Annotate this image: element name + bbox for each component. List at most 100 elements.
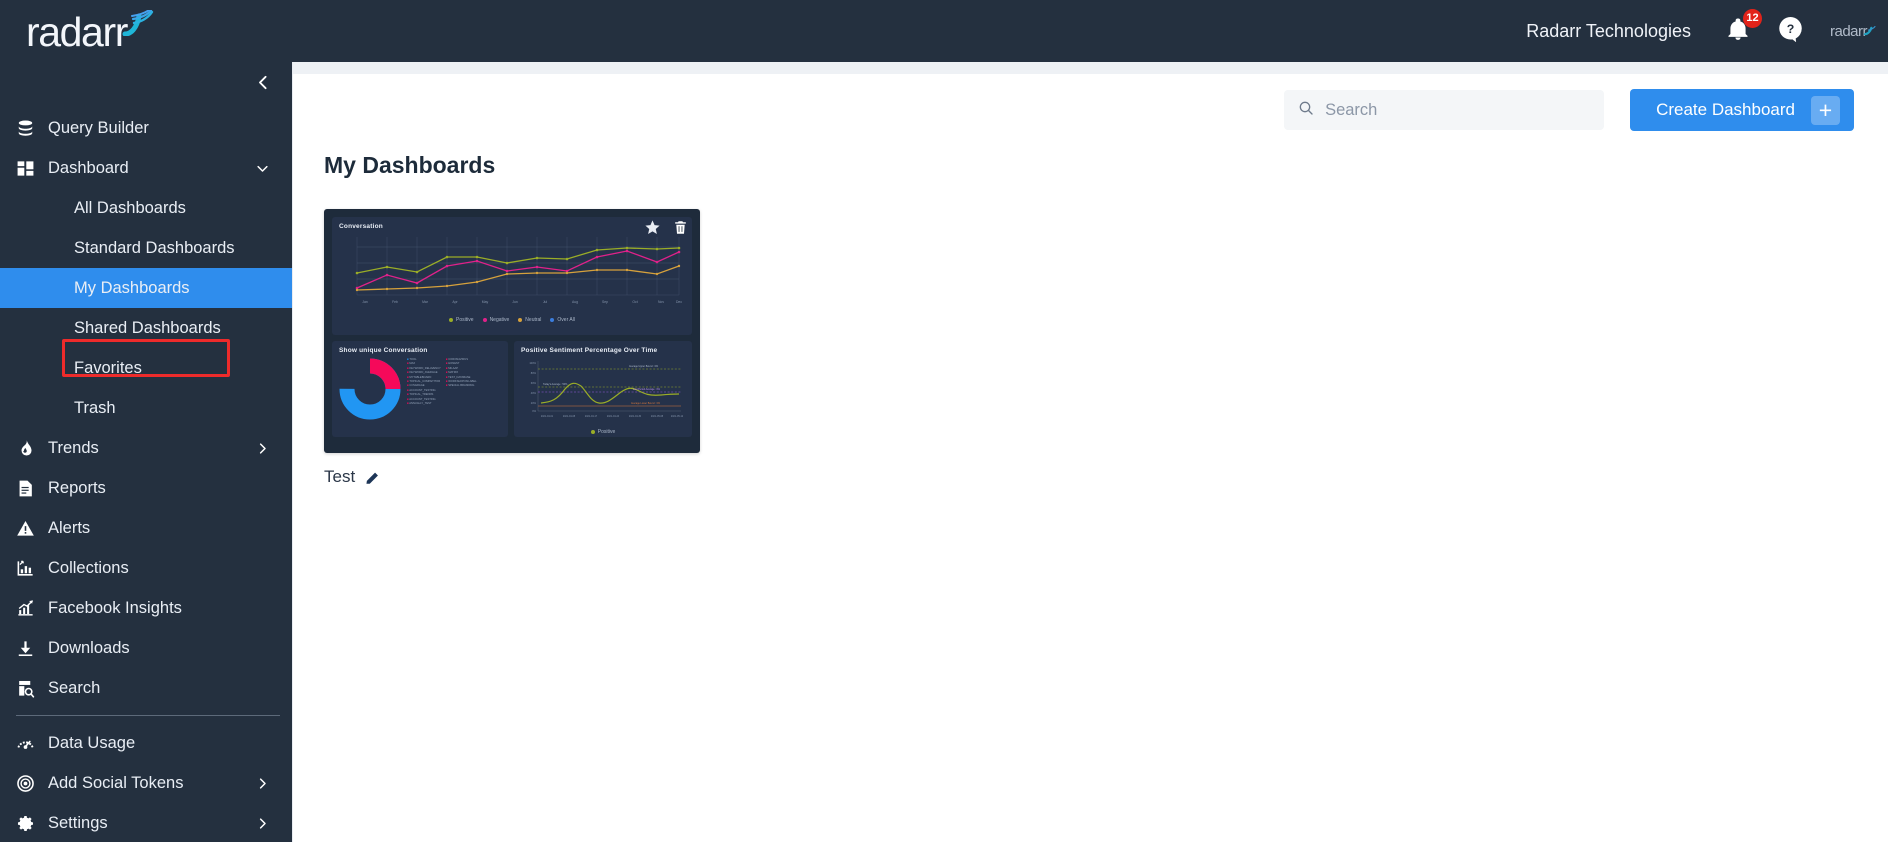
svg-text:2021-04-01: 2021-04-01	[541, 415, 554, 418]
legend-item: Negative	[483, 317, 510, 323]
sidebar-item-data-usage[interactable]: Data Usage	[0, 723, 292, 763]
sidebar-item-label: Reports	[48, 479, 292, 498]
svg-text:Sep: Sep	[602, 300, 608, 304]
sidebar-subitem-label: Favorites	[74, 359, 142, 378]
warning-triangle-icon	[16, 519, 48, 538]
search-input[interactable]	[1325, 101, 1575, 120]
chevron-right-icon[interactable]	[255, 441, 292, 456]
sidebar-item-trends[interactable]: Trends	[0, 428, 292, 468]
sidebar-item-all-dashboards[interactable]: All Dashboards	[0, 188, 292, 228]
svg-text:Average Lower Bound : 0%: Average Lower Bound : 0%	[631, 402, 661, 405]
main-content: Create Dashboard + My Dashboards	[293, 62, 1888, 842]
svg-text:80%: 80%	[531, 371, 537, 375]
svg-text:2021-04-30: 2021-04-30	[629, 415, 642, 418]
chart-legend: Positive Negative Neutral	[339, 317, 685, 323]
gauge-icon	[16, 734, 48, 753]
sidebar-item-collections[interactable]: Collections	[0, 548, 292, 588]
conversation-line-chart: JanFebMar AprMayJun JulAugSep OctNovDec	[339, 233, 685, 311]
svg-text:0%: 0%	[532, 409, 536, 413]
sidebar-item-dashboard[interactable]: Dashboard	[0, 148, 292, 188]
favorite-star-button[interactable]	[644, 219, 661, 241]
legend-item: Over All	[550, 317, 575, 323]
svg-text:Jan: Jan	[362, 300, 368, 304]
svg-text:Aug: Aug	[572, 300, 578, 304]
sidebar-subitem-label: Standard Dashboards	[74, 239, 235, 258]
svg-text:?: ?	[1787, 22, 1795, 36]
unique-conversation-donut-chart	[339, 358, 401, 420]
chart-title: Show unique Conversation	[339, 347, 501, 354]
dashboard-card-grid: Conversation	[293, 179, 1888, 487]
chart-title: Positive Sentiment Percentage Over Time	[521, 347, 685, 354]
sidebar-item-label: Search	[48, 679, 292, 698]
sidebar-item-query-builder[interactable]: Query Builder	[0, 108, 292, 148]
sidebar-item-trash[interactable]: Trash	[0, 388, 292, 428]
radar-wave-icon	[121, 10, 155, 41]
sidebar-item-label: Add Social Tokens	[48, 774, 255, 793]
chevron-right-icon[interactable]	[255, 816, 292, 831]
sidebar-item-settings[interactable]: Settings	[0, 803, 292, 842]
database-icon	[16, 119, 48, 138]
target-circle-icon	[16, 774, 48, 793]
svg-text:2021-05-12: 2021-05-12	[671, 415, 684, 418]
corner-brand-name: radarr	[1830, 24, 1867, 39]
svg-text:Apr: Apr	[452, 300, 458, 304]
svg-text:Average Upper Bound : 0%: Average Upper Bound : 0%	[629, 365, 659, 368]
sidebar-item-search[interactable]: Search	[0, 668, 292, 708]
legend-color-swatch	[449, 318, 453, 322]
main-top-strip	[293, 62, 1888, 74]
help-button[interactable]: ?	[1777, 15, 1804, 47]
legend-item: Positive	[449, 317, 474, 323]
notifications-button[interactable]: 12	[1725, 16, 1751, 47]
chart-trend-icon	[16, 599, 48, 618]
sidebar-item-facebook-insights[interactable]: Facebook Insights	[0, 588, 292, 628]
create-dashboard-button[interactable]: Create Dashboard +	[1630, 89, 1854, 131]
sidebar-item-label: Facebook Insights	[48, 599, 292, 618]
svg-text:Nov: Nov	[658, 300, 664, 304]
sidebar-item-shared-dashboards[interactable]: Shared Dashboards	[0, 308, 292, 348]
legend-label: Neutral	[525, 317, 541, 323]
main-toolbar: Create Dashboard +	[293, 74, 1888, 146]
sidebar-item-favorites[interactable]: Favorites	[0, 348, 292, 388]
svg-text:40%: 40%	[531, 391, 537, 395]
chart-title: Conversation	[339, 223, 685, 230]
star-icon	[644, 219, 661, 236]
delete-dashboard-button[interactable]	[673, 219, 688, 241]
chevron-right-icon[interactable]	[255, 776, 292, 791]
svg-text:2021-04-17: 2021-04-17	[585, 415, 598, 418]
sidebar-item-label: Data Usage	[48, 734, 292, 753]
sidebar-item-label: Trends	[48, 439, 255, 458]
sidebar-item-label: Collections	[48, 559, 292, 578]
svg-text:Last Period Average : 0%: Last Period Average : 0%	[633, 388, 661, 391]
legend-label: Positive	[456, 317, 474, 323]
svg-text:60%: 60%	[531, 381, 537, 385]
pencil-icon	[365, 470, 380, 485]
chevron-down-icon[interactable]	[255, 161, 292, 176]
sidebar-item-alerts[interactable]: Alerts	[0, 508, 292, 548]
sidebar-collapse-button[interactable]	[251, 70, 276, 100]
sidebar-subitem-label: Shared Dashboards	[74, 319, 221, 338]
sidebar-item-add-social-tokens[interactable]: Add Social Tokens	[0, 763, 292, 803]
svg-text:20%: 20%	[531, 401, 537, 405]
legend-color-swatch	[483, 318, 487, 322]
collections-bar-icon	[16, 559, 48, 578]
sidebar-item-standard-dashboards[interactable]: Standard Dashboards	[0, 228, 292, 268]
sidebar-item-downloads[interactable]: Downloads	[0, 628, 292, 668]
sidebar-item-label: Settings	[48, 814, 255, 833]
sidebar-item-my-dashboards[interactable]: My Dashboards	[0, 268, 292, 308]
corner-brand-logo: radarr	[1830, 24, 1876, 39]
svg-text:May: May	[482, 300, 489, 304]
sidebar-divider	[16, 715, 280, 716]
top-bar: radarr Radarr Technologies 12 ?	[0, 0, 1888, 62]
svg-text:2021-04-08: 2021-04-08	[563, 415, 576, 418]
sidebar-item-reports[interactable]: Reports	[0, 468, 292, 508]
organization-name: Radarr Technologies	[1526, 21, 1691, 42]
svg-text:Oct: Oct	[632, 300, 637, 304]
svg-text:Mar: Mar	[422, 300, 429, 304]
brand-logo[interactable]: radarr	[0, 10, 293, 53]
svg-text:Dec: Dec	[676, 300, 682, 304]
dashboard-card: Conversation	[324, 209, 700, 487]
dashboard-thumbnail[interactable]: Conversation	[324, 209, 700, 453]
search-field-wrapper[interactable]	[1284, 90, 1604, 130]
svg-text:Jun: Jun	[512, 300, 518, 304]
edit-dashboard-name-button[interactable]	[365, 470, 380, 485]
